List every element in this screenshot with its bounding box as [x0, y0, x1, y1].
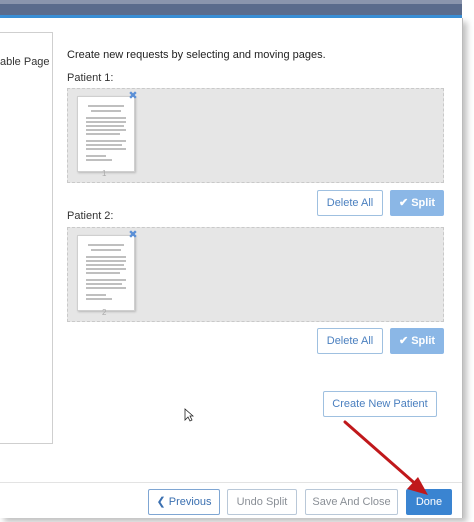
- thumb-text-line: [86, 155, 106, 157]
- patient-2-drop-zone[interactable]: ✖ 2: [67, 227, 444, 322]
- patient-2-label: Patient 2:: [67, 210, 114, 222]
- previous-label: Previous: [168, 496, 212, 508]
- title-bar-stripe: [0, 0, 462, 4]
- check-icon: ✔: [398, 197, 409, 209]
- create-new-patient-button[interactable]: Create New Patient: [323, 391, 437, 417]
- patient-2-delete-all-button[interactable]: Delete All: [317, 328, 383, 354]
- page-number: 1: [102, 169, 107, 178]
- previous-button[interactable]: ❮ Previous: [148, 489, 220, 515]
- thumb-text-line: [86, 283, 122, 285]
- thumb-text-line: [88, 244, 124, 246]
- thumb-text-line: [86, 287, 126, 289]
- chevron-left-icon: ❮: [156, 496, 166, 508]
- thumb-text-line: [88, 105, 124, 107]
- mouse-cursor-icon: [184, 408, 194, 422]
- thumb-text-line: [86, 260, 126, 262]
- thumb-text-line: [91, 249, 121, 251]
- thumb-text-line: [86, 272, 120, 274]
- thumb-text-line: [86, 298, 112, 300]
- remove-page-icon[interactable]: ✖: [128, 91, 138, 102]
- thumb-text-line: [86, 268, 126, 270]
- available-pages-panel: [0, 32, 53, 444]
- save-and-close-button[interactable]: Save And Close: [305, 489, 398, 515]
- remove-page-icon[interactable]: ✖: [128, 230, 138, 241]
- thumb-text-line: [86, 148, 126, 150]
- patient-1-delete-all-button[interactable]: Delete All: [317, 190, 383, 216]
- split-label: Split: [411, 197, 436, 209]
- undo-split-button[interactable]: Undo Split: [227, 489, 297, 515]
- delete-all-label: Delete All: [326, 197, 374, 209]
- thumb-text-line: [86, 256, 126, 258]
- thumb-text-line: [91, 110, 121, 112]
- check-icon: ✔: [398, 335, 409, 347]
- thumb-text-line: [86, 279, 126, 281]
- page-thumbnail[interactable]: [77, 96, 135, 172]
- page-thumbnail[interactable]: [77, 235, 135, 311]
- split-label: Split: [411, 335, 436, 347]
- patient-1-split-button[interactable]: ✔ Split: [390, 190, 444, 216]
- patient-1-drop-zone[interactable]: ✖ 1: [67, 88, 444, 183]
- thumb-text-line: [86, 133, 120, 135]
- window-title-bar: [0, 0, 462, 18]
- thumb-text-line: [86, 294, 106, 296]
- instructions-text: Create new requests by selecting and mov…: [67, 49, 326, 61]
- thumb-text-line: [86, 140, 126, 142]
- done-button[interactable]: Done: [406, 489, 452, 515]
- thumb-text-line: [86, 144, 122, 146]
- thumb-text-line: [86, 129, 126, 131]
- thumb-text-line: [86, 125, 124, 127]
- thumb-text-line: [86, 264, 124, 266]
- delete-all-label: Delete All: [326, 335, 374, 347]
- page-number: 2: [102, 308, 107, 317]
- thumb-text-line: [86, 159, 112, 161]
- footer-divider: [0, 482, 462, 483]
- thumb-text-line: [86, 121, 126, 123]
- available-pages-title: able Pages: [0, 56, 50, 68]
- patient-1-label: Patient 1:: [67, 72, 114, 84]
- thumb-text-line: [86, 117, 126, 119]
- patient-2-split-button[interactable]: ✔ Split: [390, 328, 444, 354]
